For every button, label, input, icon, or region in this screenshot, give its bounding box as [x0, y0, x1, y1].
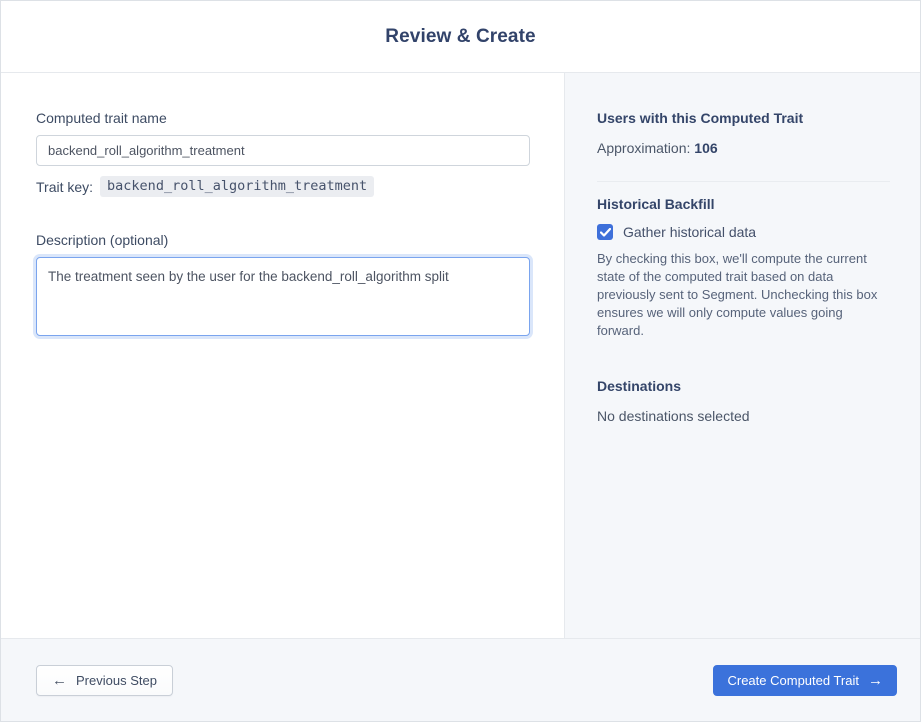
trait-form-panel: Computed trait name Trait key: backend_r… [1, 73, 565, 638]
page-header: Review & Create [1, 1, 920, 73]
create-computed-trait-button[interactable]: Create Computed Trait → [713, 664, 897, 696]
gather-historical-data-checkbox[interactable] [597, 224, 613, 240]
description-block: Description (optional) The treatment see… [36, 232, 530, 341]
trait-key-row: Trait key: backend_roll_algorithm_treatm… [36, 176, 530, 197]
summary-divider [597, 181, 890, 182]
destinations-value: No destinations selected [597, 408, 750, 424]
previous-step-label: Previous Step [76, 672, 157, 688]
trait-key-value: backend_roll_algorithm_treatment [100, 176, 375, 197]
trait-key-label: Trait key: [36, 178, 94, 195]
content-area: Computed trait name Trait key: backend_r… [1, 73, 920, 638]
backfill-description: By checking this box, we'll compute the … [597, 251, 878, 338]
arrow-right-icon: → [868, 671, 883, 689]
review-create-page: Review & Create Computed trait name Trai… [0, 0, 921, 722]
create-computed-trait-label: Create Computed Trait [727, 672, 859, 688]
users-heading: Users with this Computed Trait [597, 110, 804, 126]
previous-step-button[interactable]: ← Previous Step [36, 664, 173, 696]
arrow-left-icon: ← [52, 671, 67, 689]
description-label: Description (optional) [36, 232, 169, 248]
gather-historical-data-label: Gather historical data [623, 224, 757, 240]
summary-panel: Users with this Computed Trait Approxima… [565, 73, 920, 638]
check-icon [599, 227, 611, 237]
approximation-value: 106 [694, 140, 718, 156]
approximation-label: Approximation: [597, 140, 691, 156]
footer-bar: ← Previous Step Create Computed Trait → [1, 638, 920, 721]
approximation-row: Approximation: 106 [597, 140, 890, 156]
destinations-heading: Destinations [597, 378, 682, 394]
backfill-heading: Historical Backfill [597, 196, 715, 212]
trait-name-input[interactable] [36, 135, 530, 166]
trait-name-label: Computed trait name [36, 110, 167, 126]
description-textarea[interactable]: The treatment seen by the user for the b… [36, 257, 530, 336]
page-title: Review & Create [385, 25, 536, 47]
gather-historical-data-checkbox-row[interactable]: Gather historical data [597, 224, 890, 240]
